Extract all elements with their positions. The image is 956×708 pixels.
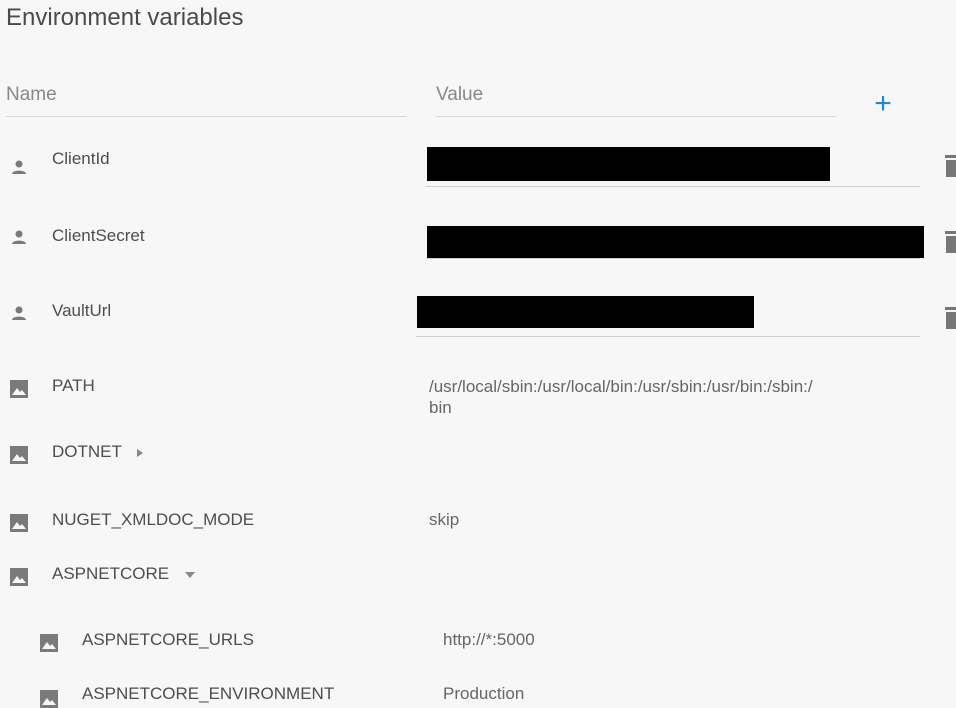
trash-icon[interactable] bbox=[944, 154, 956, 178]
name-column-header: Name bbox=[6, 84, 406, 117]
image-icon bbox=[10, 380, 28, 398]
env-name: ASPNETCORE_URLS bbox=[82, 630, 254, 649]
env-name: PATH bbox=[52, 376, 95, 395]
group-label: ASPNETCORE bbox=[52, 564, 170, 583]
env-row-clientid: ClientId bbox=[0, 140, 956, 190]
env-name: ClientSecret bbox=[52, 226, 145, 245]
env-value: /usr/local/sbin:/usr/local/bin:/usr/sbin… bbox=[429, 377, 813, 417]
trash-icon[interactable] bbox=[944, 230, 956, 254]
env-row-aspnetcore-environment: ASPNETCORE_ENVIRONMENT Production bbox=[0, 682, 956, 708]
image-icon bbox=[10, 446, 28, 464]
env-row-nuget-xmldoc-mode: NUGET_XMLDOC_MODE skip bbox=[0, 506, 956, 546]
redacted-value bbox=[427, 147, 830, 181]
env-group-aspnetcore[interactable]: ASPNETCORE bbox=[0, 562, 956, 602]
image-icon bbox=[10, 568, 28, 586]
env-row-aspnetcore-urls: ASPNETCORE_URLS http://*:5000 bbox=[0, 626, 956, 666]
person-icon bbox=[12, 160, 26, 174]
env-row-path: PATH /usr/local/sbin:/usr/local/bin:/usr… bbox=[0, 372, 956, 422]
image-icon bbox=[40, 634, 58, 652]
env-value: Production bbox=[443, 684, 525, 703]
env-name: NUGET_XMLDOC_MODE bbox=[52, 510, 255, 529]
page-title: Environment variables bbox=[6, 4, 244, 31]
caret-down-icon[interactable] bbox=[184, 571, 196, 579]
caret-right-icon[interactable] bbox=[136, 448, 144, 458]
redacted-value bbox=[417, 296, 754, 328]
env-name: DOTNET bbox=[52, 442, 144, 462]
image-icon bbox=[40, 690, 58, 708]
image-icon bbox=[10, 514, 28, 532]
env-row-vaulturl: VaultUrl bbox=[0, 294, 956, 344]
trash-icon[interactable] bbox=[944, 306, 956, 330]
env-value: http://*:5000 bbox=[443, 630, 535, 649]
value-column-header: Value bbox=[436, 84, 836, 117]
person-icon bbox=[12, 306, 26, 320]
env-group-dotnet[interactable]: DOTNET bbox=[0, 440, 956, 480]
group-label: DOTNET bbox=[52, 442, 122, 461]
add-variable-button[interactable]: + bbox=[870, 89, 896, 119]
env-value: skip bbox=[429, 510, 460, 529]
env-name: ASPNETCORE bbox=[52, 564, 196, 584]
env-row-clientsecret: ClientSecret bbox=[0, 218, 956, 268]
env-name: ASPNETCORE_ENVIRONMENT bbox=[82, 684, 335, 703]
env-name: ClientId bbox=[52, 149, 110, 168]
redacted-value bbox=[427, 226, 924, 258]
env-name: VaultUrl bbox=[52, 301, 112, 320]
person-icon bbox=[12, 230, 26, 244]
